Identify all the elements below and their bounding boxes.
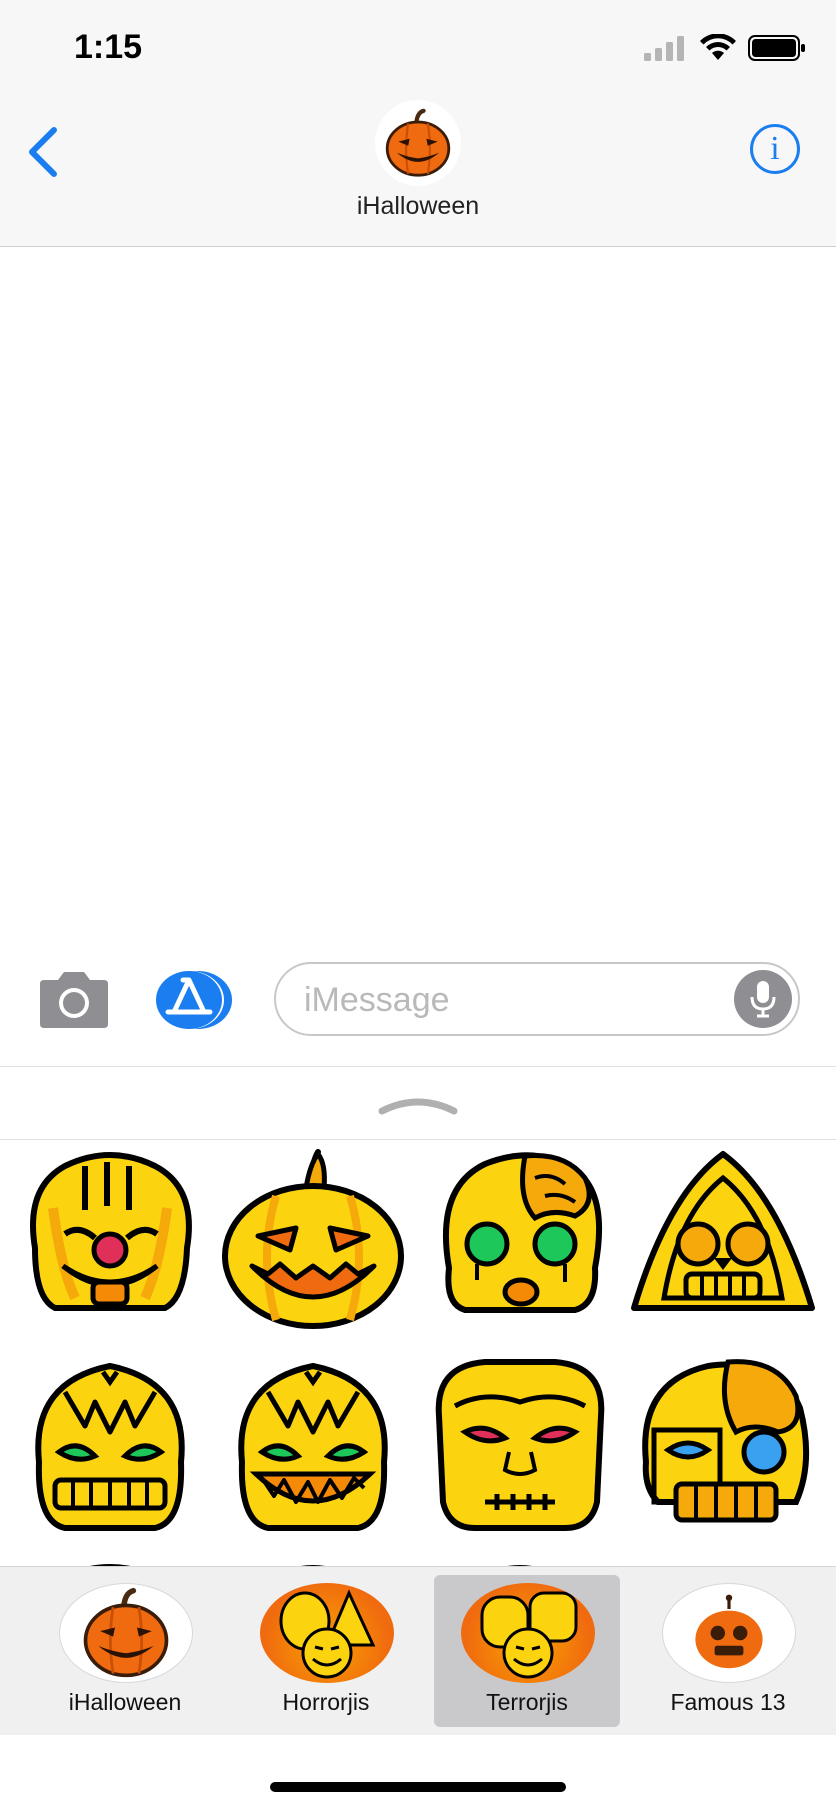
camera-button[interactable] <box>36 970 112 1030</box>
wifi-icon <box>700 34 736 60</box>
camera-icon <box>40 972 108 1028</box>
grim-reaper-sticker[interactable] <box>628 1148 818 1338</box>
microphone-icon <box>750 981 776 1018</box>
app-store-button[interactable] <box>154 968 236 1032</box>
sticker-row3-2[interactable] <box>218 1552 408 1566</box>
app-tray-item-terrorjis[interactable]: Terrorjis <box>434 1575 620 1727</box>
home-indicator[interactable] <box>270 1782 566 1792</box>
sticker-row3-4[interactable] <box>628 1552 818 1566</box>
compose-bar <box>0 950 836 1067</box>
battery-icon <box>748 35 805 61</box>
message-field[interactable] <box>274 962 800 1036</box>
vampire-sticker[interactable] <box>15 1352 205 1542</box>
chevron-left-icon <box>29 127 57 177</box>
app-tray-label: iHalloween <box>68 1689 182 1715</box>
horror-masks-icon <box>279 1589 376 1679</box>
sticker-row3-1[interactable] <box>15 1552 205 1566</box>
cyborg-zombie-sticker[interactable] <box>628 1352 818 1542</box>
conversation-header: iHalloween i <box>0 100 836 247</box>
vampire-grin-sticker[interactable] <box>218 1352 408 1542</box>
app-drawer-handle[interactable] <box>0 1067 836 1140</box>
app-tray-icon <box>260 1583 394 1683</box>
dictation-button[interactable] <box>734 970 792 1028</box>
zombie-girl-sticker[interactable] <box>425 1148 615 1338</box>
conversation-area <box>0 247 836 947</box>
sticker-row3-3[interactable] <box>425 1552 615 1566</box>
info-button[interactable]: i <box>750 124 800 174</box>
app-tray-icon <box>461 1583 595 1683</box>
app-tray: iHalloween Horrorjis Terrorjis Famous 13 <box>0 1566 836 1735</box>
sticker-browser <box>0 1140 836 1566</box>
jack-o-lantern-icon <box>385 108 451 177</box>
app-tray-item-famous-13[interactable]: Famous 13 <box>635 1575 821 1727</box>
contact-name[interactable]: iHalloween <box>0 192 836 221</box>
status-bar: 1:15 <box>0 0 836 100</box>
frankenstein-sticker[interactable] <box>425 1352 615 1542</box>
app-tray-item-ihalloween[interactable]: iHalloween <box>32 1575 218 1727</box>
app-tray-item-horrorjis[interactable]: Horrorjis <box>233 1575 419 1727</box>
back-button[interactable] <box>24 122 64 182</box>
status-time: 1:15 <box>74 28 143 66</box>
contact-avatar[interactable] <box>375 100 461 186</box>
message-input[interactable] <box>302 964 706 1036</box>
app-tray-icon <box>59 1583 193 1683</box>
jack-o-lantern-icon <box>83 1587 169 1678</box>
clown-sticker[interactable] <box>15 1148 205 1338</box>
status-icons <box>644 34 806 62</box>
app-tray-icon <box>662 1583 796 1683</box>
pumpkin-sticker[interactable] <box>218 1148 408 1338</box>
chevron-up-icon <box>378 1098 458 1115</box>
app-tray-label: Famous 13 <box>670 1689 786 1715</box>
app-store-icon <box>156 971 232 1029</box>
terror-masks-icon <box>480 1591 578 1679</box>
app-tray-label: Terrorjis <box>486 1689 568 1715</box>
cellular-signal-icon <box>644 36 684 61</box>
robot-pumpkin-icon <box>695 1594 763 1669</box>
app-tray-label: Horrorjis <box>282 1689 370 1715</box>
